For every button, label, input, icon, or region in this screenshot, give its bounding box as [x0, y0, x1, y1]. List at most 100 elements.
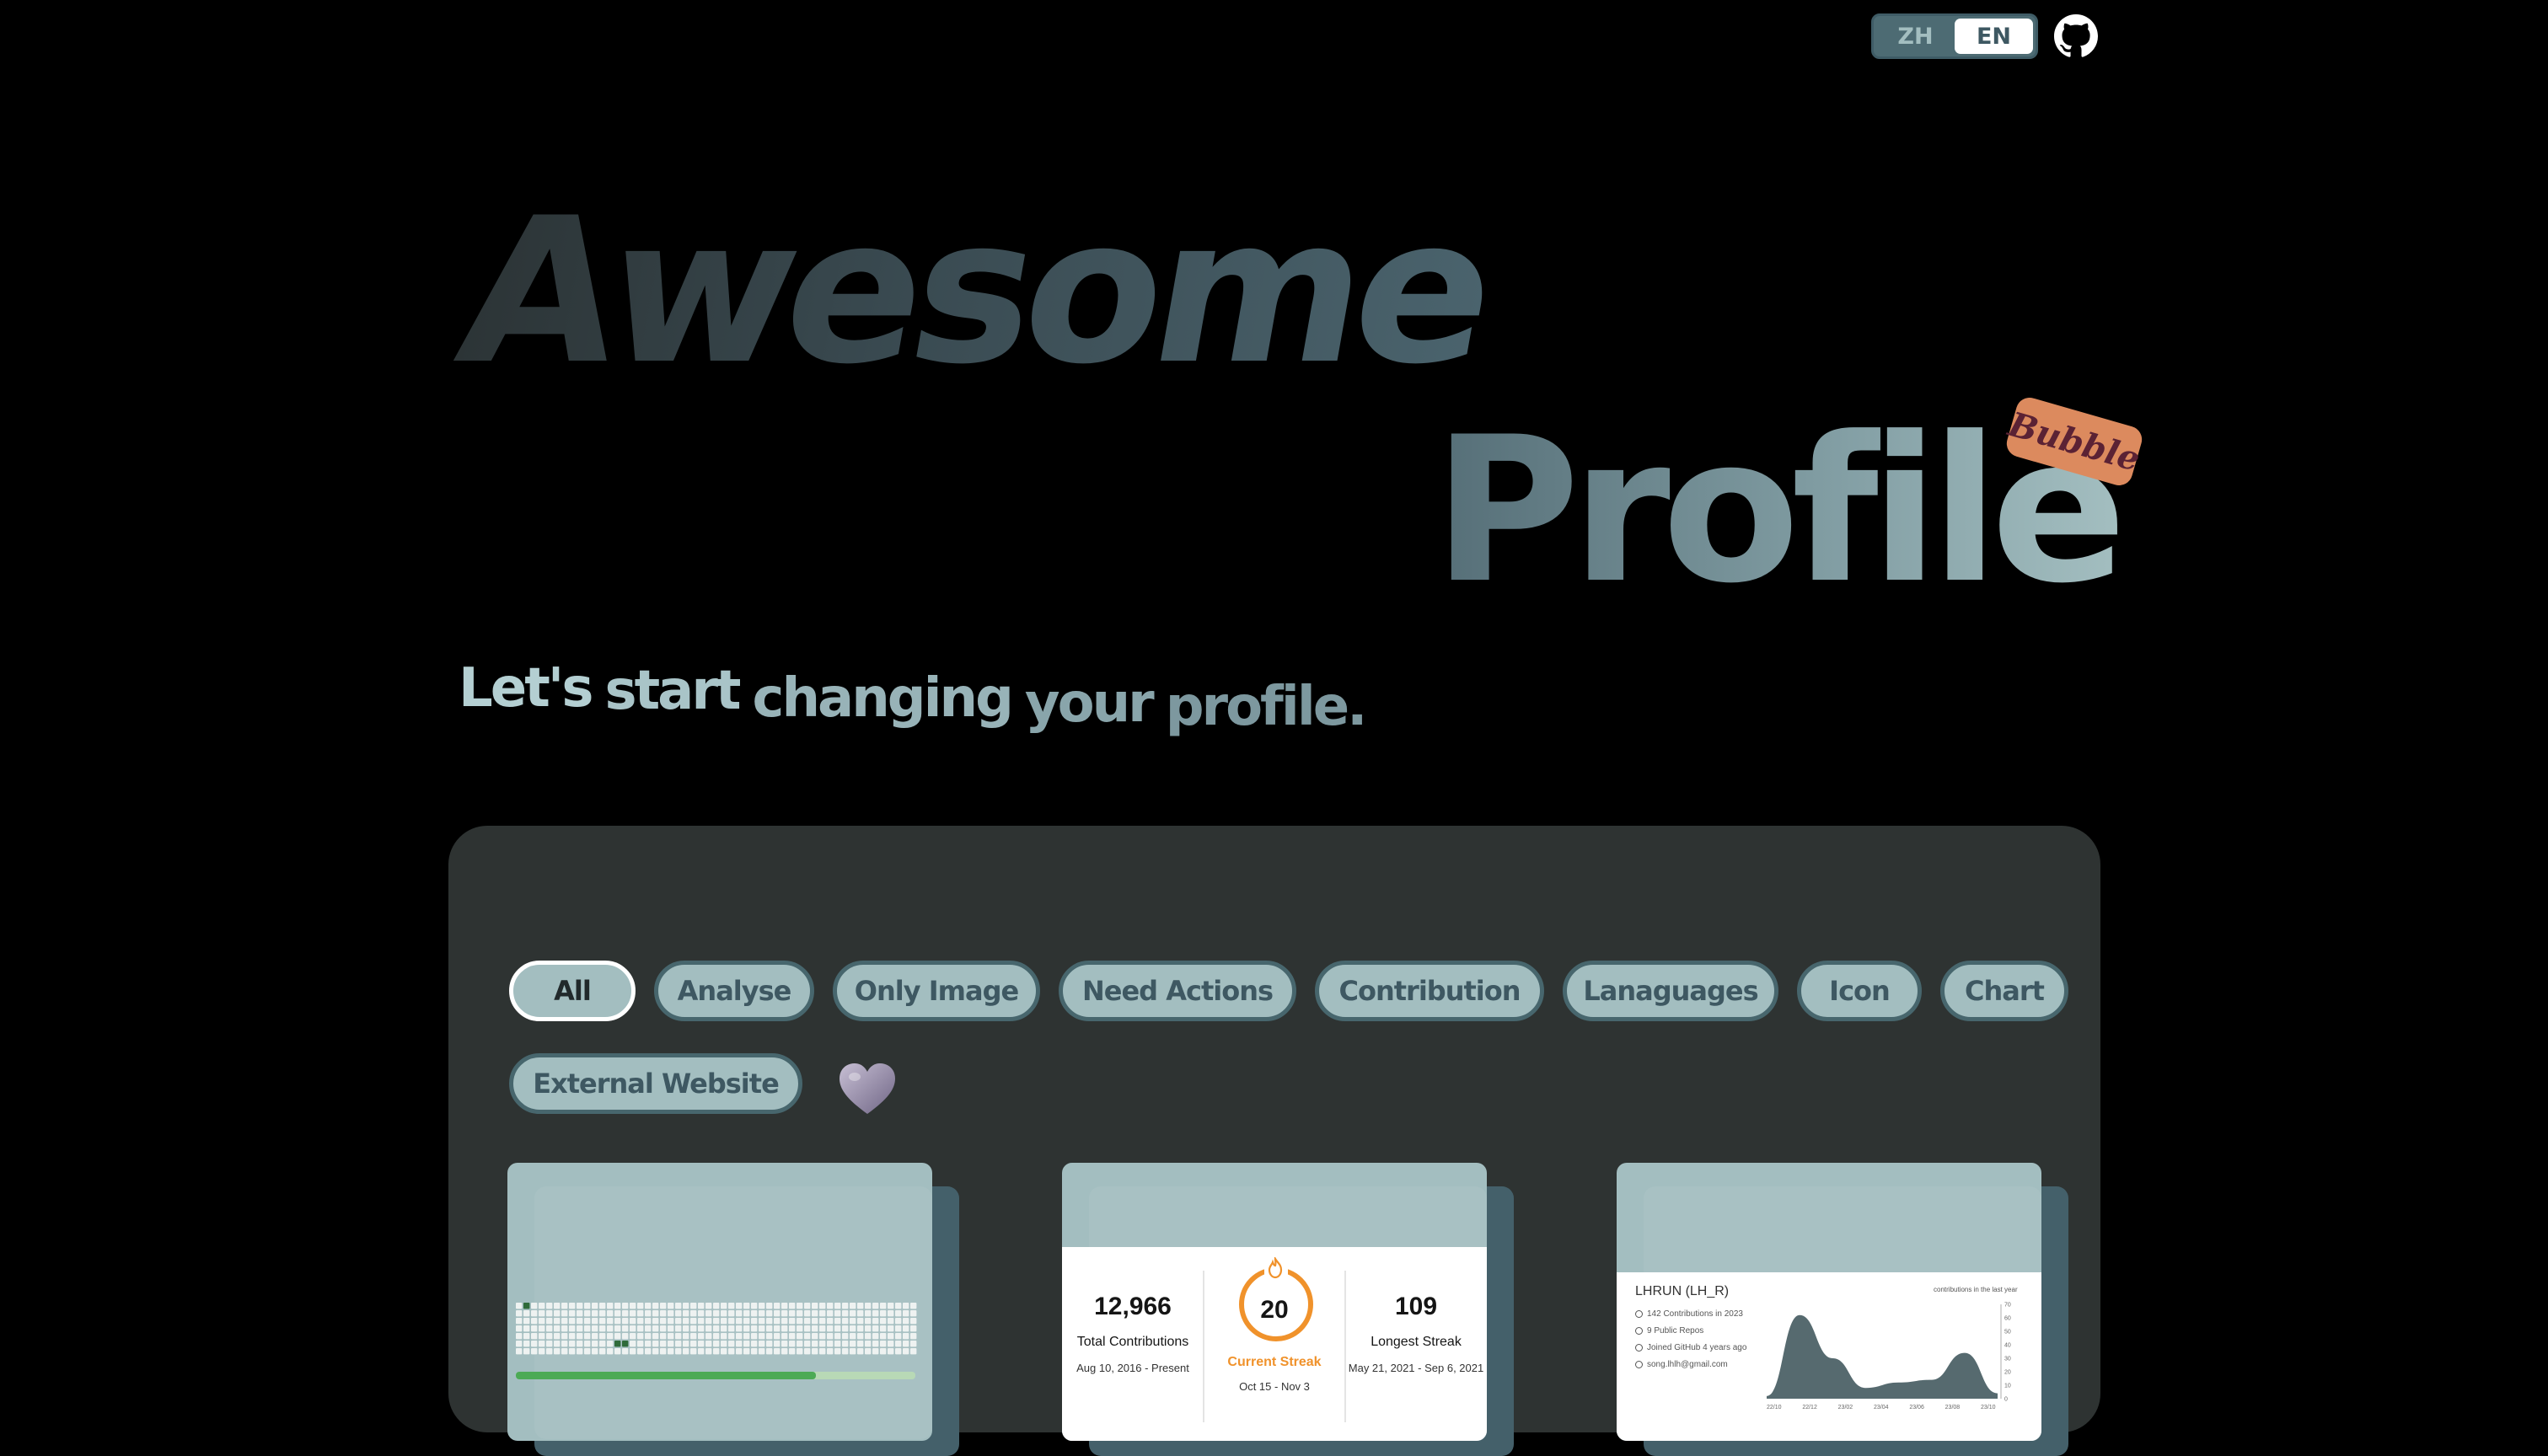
current-value: 20: [1260, 1296, 1289, 1324]
grid-cell: [630, 1318, 636, 1325]
grid-cell: [804, 1318, 811, 1325]
grid-cell: [789, 1325, 796, 1332]
x-tick-label: 23/02: [1838, 1405, 1853, 1410]
flame-icon: [1268, 1257, 1283, 1279]
profile-stat-text: 9 Public Repos: [1647, 1326, 1704, 1336]
grid-cell: [736, 1310, 743, 1317]
filter-contribution[interactable]: Contribution: [1315, 961, 1544, 1021]
filter-need-actions[interactable]: Need Actions: [1059, 961, 1296, 1021]
grid-cell: [880, 1333, 887, 1340]
preview-card-contribution[interactable]: [507, 1163, 959, 1456]
grid-cell: [577, 1333, 583, 1340]
grid-cell: [713, 1303, 720, 1309]
grid-cell: [903, 1333, 909, 1340]
grid-cell: [910, 1318, 917, 1325]
grid-cell: [592, 1325, 598, 1332]
grid-cell: [888, 1333, 894, 1340]
grid-cell: [516, 1310, 523, 1317]
grid-cell: [842, 1348, 849, 1355]
grid-cell: [569, 1341, 576, 1347]
grid-cell: [607, 1341, 614, 1347]
grid-cell: [690, 1341, 697, 1347]
grid-cell: [652, 1348, 659, 1355]
y-tick-label: 0: [2004, 1397, 2008, 1403]
filter-analyse[interactable]: Analyse: [654, 961, 814, 1021]
grid-cell: [759, 1348, 765, 1355]
grid-cell: [888, 1303, 894, 1309]
grid-cell: [554, 1333, 561, 1340]
grid-cell: [789, 1318, 796, 1325]
filter-all[interactable]: All: [509, 961, 636, 1021]
filter-only-image[interactable]: Only Image: [833, 961, 1040, 1021]
profile-stat-text: 142 Contributions in 2023: [1647, 1309, 1743, 1319]
grid-cell: [736, 1333, 743, 1340]
grid-cell: [637, 1341, 644, 1347]
grid-cell: [819, 1310, 826, 1317]
grid-cell: [842, 1333, 849, 1340]
filter-icon[interactable]: Icon: [1797, 961, 1922, 1021]
profile-stat-text: song.lhlh@gmail.com: [1647, 1360, 1728, 1369]
preview-card-streak[interactable]: 12,966 Total Contributions Aug 10, 2016 …: [1062, 1163, 1514, 1456]
heart-icon[interactable]: [838, 1062, 897, 1117]
grid-cell: [797, 1303, 803, 1309]
language-option-zh[interactable]: ZH: [1876, 19, 1955, 54]
grid-cell: [903, 1318, 909, 1325]
grid-cell: [834, 1333, 841, 1340]
profile-username: LHRUN (LH_R): [1635, 1284, 1730, 1298]
filter-external-website[interactable]: External Website: [509, 1053, 802, 1114]
grid-cell: [539, 1333, 545, 1340]
filter-languages[interactable]: Lanaguages: [1563, 961, 1778, 1021]
grid-cell: [637, 1333, 644, 1340]
grid-cell: [698, 1325, 705, 1332]
preview-card-profile[interactable]: LHRUN (LH_R) 142 Contributions in 2023 9…: [1617, 1163, 2068, 1456]
total-value: 12,966: [1094, 1293, 1172, 1320]
language-option-en[interactable]: EN: [1955, 19, 2033, 54]
grid-cell: [523, 1310, 530, 1317]
grid-cell: [614, 1341, 621, 1347]
profile-stat: 9 Public Repos: [1635, 1326, 1703, 1336]
grid-cell: [850, 1341, 856, 1347]
grid-cell: [804, 1325, 811, 1332]
grid-cell: [584, 1310, 591, 1317]
grid-cell: [819, 1333, 826, 1340]
grid-cell: [607, 1310, 614, 1317]
grid-cell: [698, 1348, 705, 1355]
grid-cell: [630, 1325, 636, 1332]
grid-cell: [827, 1303, 834, 1309]
y-tick-label: 30: [2004, 1357, 2011, 1362]
grid-cell: [850, 1348, 856, 1355]
card-face: 12,966 Total Contributions Aug 10, 2016 …: [1062, 1163, 1487, 1441]
grid-cell: [652, 1303, 659, 1309]
grid-cell: [622, 1325, 629, 1332]
grid-cell: [827, 1348, 834, 1355]
grid-cell: [781, 1341, 788, 1347]
grid-cell: [607, 1325, 614, 1332]
grid-cell: [751, 1303, 758, 1309]
grid-cell: [645, 1303, 652, 1309]
grid-cell: [698, 1318, 705, 1325]
grid-cell: [797, 1325, 803, 1332]
grid-cell: [910, 1303, 917, 1309]
grid-cell: [842, 1318, 849, 1325]
grid-cell: [713, 1310, 720, 1317]
language-toggle[interactable]: ZH EN: [1871, 13, 2038, 59]
grid-cell: [872, 1341, 879, 1347]
grid-cell: [660, 1341, 667, 1347]
grid-cell: [531, 1333, 538, 1340]
grid-cell: [728, 1333, 735, 1340]
grid-cell: [668, 1333, 674, 1340]
filter-chart[interactable]: Chart: [1940, 961, 2068, 1021]
tagline-word: changing: [752, 667, 1014, 730]
grid-cell: [736, 1348, 743, 1355]
grid-cell: [546, 1318, 553, 1325]
grid-cell: [774, 1341, 780, 1347]
grid-cell: [728, 1348, 735, 1355]
grid-cell: [743, 1341, 750, 1347]
grid-cell: [539, 1318, 545, 1325]
grid-cell: [880, 1341, 887, 1347]
github-icon[interactable]: [2054, 14, 2098, 58]
grid-cell: [774, 1303, 780, 1309]
grid-cell: [523, 1303, 530, 1309]
grid-cell: [698, 1333, 705, 1340]
grid-cell: [683, 1325, 689, 1332]
